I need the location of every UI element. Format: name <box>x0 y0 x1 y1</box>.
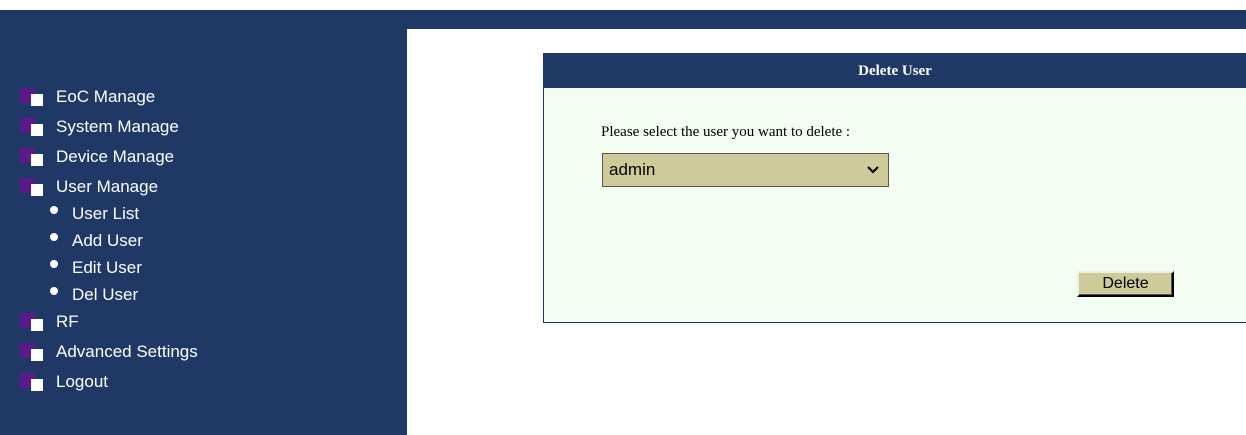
sidebar-item-label: RF <box>56 312 79 331</box>
sidebar-subitem-del-user[interactable]: Del User <box>50 284 138 306</box>
panel-title: Delete User <box>544 54 1246 88</box>
sidebar-subitem-label: User List <box>72 204 140 223</box>
folder-icon <box>20 148 44 166</box>
bullet-icon <box>50 206 58 214</box>
sidebar-item-user-manage[interactable]: User Manage <box>20 175 158 199</box>
folder-icon <box>20 373 44 391</box>
sidebar-item-label: Advanced Settings <box>56 342 198 361</box>
sidebar-subitem-edit-user[interactable]: Edit User <box>50 257 142 279</box>
sidebar-subitem-label: Add User <box>72 231 143 250</box>
folder-icon <box>20 118 44 136</box>
sidebar-subitem-label: Del User <box>72 285 139 304</box>
delete-user-panel: Delete User Please select the user you w… <box>543 53 1246 323</box>
delete-prompt: Please select the user you want to delet… <box>601 124 851 140</box>
sidebar-item-label: Device Manage <box>56 147 175 166</box>
sidebar-item-eoc-manage[interactable]: EoC Manage <box>20 85 155 109</box>
top-bar <box>0 0 1246 10</box>
sidebar-item-rf[interactable]: RF <box>20 310 79 334</box>
folder-icon <box>20 178 44 196</box>
sidebar-item-advanced-settings[interactable]: Advanced Settings <box>20 340 198 364</box>
sidebar-item-label: Logout <box>56 372 108 391</box>
bullet-icon <box>50 233 58 241</box>
delete-button[interactable]: Delete <box>1077 271 1174 297</box>
folder-icon <box>20 313 44 331</box>
sidebar-item-label: User Manage <box>56 177 159 196</box>
chevron-down-icon <box>867 166 879 174</box>
sidebar-item-device-manage[interactable]: Device Manage <box>20 145 174 169</box>
sidebar-item-system-manage[interactable]: System Manage <box>20 115 179 139</box>
sidebar-item-logout[interactable]: Logout <box>20 370 108 394</box>
sidebar-item-label: System Manage <box>56 117 179 136</box>
user-select-value: admin <box>609 160 656 179</box>
folder-icon <box>20 88 44 106</box>
bullet-icon <box>50 260 58 268</box>
sidebar-item-label: EoC Manage <box>56 87 156 106</box>
bullet-icon <box>50 287 58 295</box>
sidebar-subitem-user-list[interactable]: User List <box>50 203 139 225</box>
sidebar-subitem-add-user[interactable]: Add User <box>50 230 143 252</box>
sidebar: EoC Manage System Manage Device Manage U… <box>0 29 407 435</box>
folder-icon <box>20 343 44 361</box>
header-band <box>0 10 1246 29</box>
user-select[interactable]: admin <box>602 153 889 187</box>
sidebar-subitem-label: Edit User <box>72 258 142 277</box>
